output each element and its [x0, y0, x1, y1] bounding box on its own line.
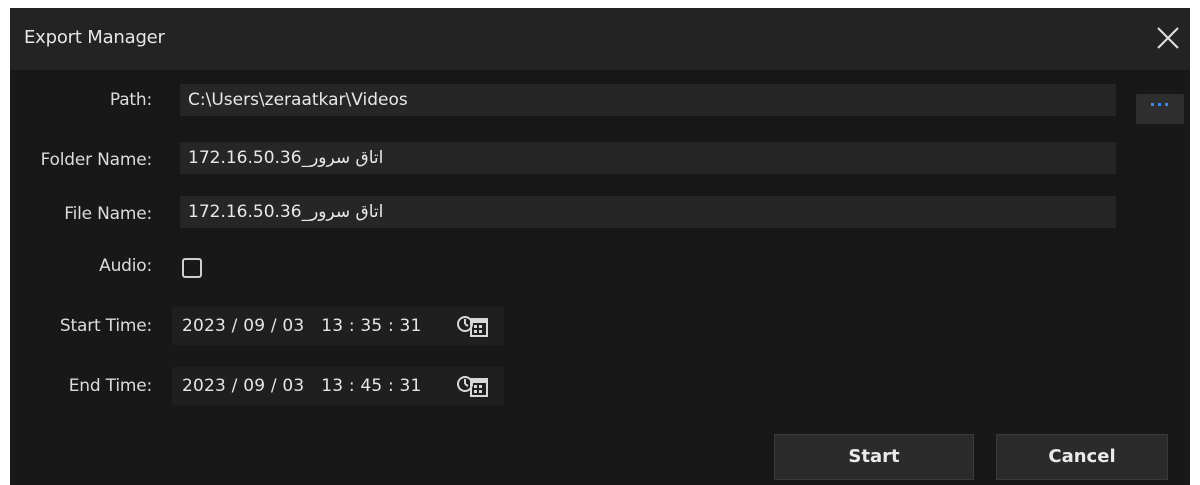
export-manager-dialog: Export Manager Path: C:\Users\zeraatkar\…: [10, 8, 1190, 485]
clock-calendar-icon[interactable]: [456, 374, 492, 398]
close-icon: [1157, 27, 1179, 49]
start-time-picker[interactable]: 2023 / 09 / 03 13 : 35 : 31: [172, 307, 504, 345]
folder-name-label: Folder Name:: [40, 150, 153, 170]
cancel-button[interactable]: Cancel: [996, 434, 1168, 480]
start-time-value: 2023 / 09 / 03 13 : 35 : 31: [182, 316, 422, 336]
end-time-value: 2023 / 09 / 03 13 : 45 : 31: [182, 376, 422, 396]
path-label: Path:: [109, 90, 152, 110]
folder-name-field[interactable]: اتاق سرور_172.16.50.36: [180, 142, 1116, 174]
start-time-label: Start Time:: [59, 316, 152, 336]
end-time-label: End Time:: [68, 376, 152, 396]
title-bar: Export Manager: [10, 8, 1190, 70]
path-field[interactable]: C:\Users\zeraatkar\Videos: [180, 84, 1116, 116]
file-name-field[interactable]: اتاق سرور_172.16.50.36: [180, 196, 1116, 228]
end-time-picker[interactable]: 2023 / 09 / 03 13 : 45 : 31: [172, 367, 504, 405]
start-button[interactable]: Start: [774, 434, 974, 480]
audio-label: Audio:: [99, 256, 152, 276]
file-name-label: File Name:: [64, 204, 152, 224]
window-title: Export Manager: [24, 27, 165, 48]
audio-checkbox[interactable]: [182, 258, 202, 278]
close-button[interactable]: [1152, 22, 1184, 54]
clock-calendar-icon[interactable]: [456, 314, 492, 338]
browse-button[interactable]: ···: [1136, 94, 1184, 124]
